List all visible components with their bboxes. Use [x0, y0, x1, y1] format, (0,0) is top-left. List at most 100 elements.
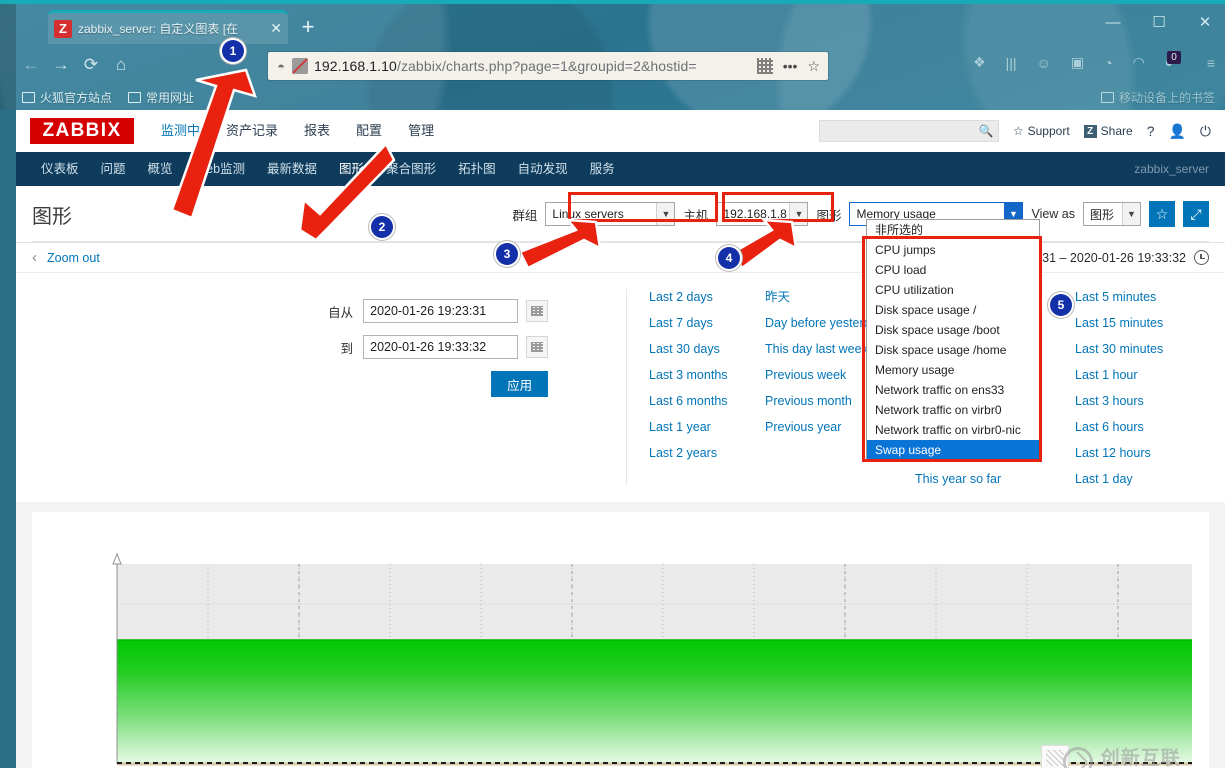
watermark-text-cn: 创新互联	[1100, 748, 1181, 768]
quick-range-link[interactable]: Last 1 hour	[1075, 367, 1225, 384]
extension-icon[interactable]: ❖	[973, 54, 986, 71]
host-select[interactable]: 192.168.1.8 ▼	[716, 202, 809, 226]
from-input[interactable]	[363, 299, 519, 323]
window-close-button[interactable]: ✕	[1193, 14, 1217, 32]
quick-range-link[interactable]: Last 2 days	[649, 289, 765, 306]
quick-range-link[interactable]: Last 12 hours	[1075, 445, 1225, 462]
add-favorite-button[interactable]: ☆	[1149, 201, 1175, 227]
share-link[interactable]: Z Share	[1083, 124, 1133, 138]
back-icon[interactable]: ←	[16, 55, 46, 75]
quick-range-link[interactable]: Last 2 years	[649, 445, 765, 462]
to-row: 到	[16, 335, 626, 359]
support-link[interactable]: ☆ Support	[1013, 124, 1070, 138]
subnav-item-services[interactable]: 服务	[579, 152, 626, 186]
dropdown-option-cpu-load[interactable]: CPU load	[867, 260, 1039, 280]
broken-cert-icon[interactable]	[292, 58, 308, 74]
quick-range-link[interactable]: Last 7 days	[649, 315, 765, 332]
quick-range-link[interactable]: Last 5 minutes	[1075, 289, 1225, 306]
view-as-select[interactable]: 图形 ▼	[1083, 202, 1141, 226]
subnav-item-dashboard[interactable]: 仪表板	[30, 152, 90, 186]
subnav-item-latest-data[interactable]: 最新数据	[256, 152, 328, 186]
subnav-item-graphs[interactable]: 图形	[328, 152, 375, 186]
subnav-item-web[interactable]: Web监测	[184, 152, 256, 186]
home-icon[interactable]: ⌂	[106, 55, 136, 75]
quick-range-link[interactable]: Last 3 months	[649, 367, 765, 384]
sync-icon[interactable]: ●0	[1165, 51, 1187, 71]
search-input[interactable]	[823, 123, 979, 139]
library-icon[interactable]: |||	[1006, 55, 1017, 71]
menu-item-inventory[interactable]: 资产记录	[213, 110, 291, 152]
dropdown-option-net-virbr0-nic[interactable]: Network traffic on virbr0-nic	[867, 420, 1039, 440]
dropdown-header-option[interactable]: 非所选的	[867, 220, 1039, 240]
chevron-left-icon[interactable]: ‹	[32, 249, 37, 266]
view-as-value: 图形	[1090, 207, 1115, 222]
new-tab-button[interactable]: +	[296, 16, 320, 40]
chevron-down-icon[interactable]: ▼	[1122, 203, 1140, 225]
quick-range-link[interactable]: Last 6 months	[649, 393, 765, 410]
graph-select-dropdown[interactable]: 非所选的 CPU jumps CPU load CPU utilization …	[866, 219, 1040, 461]
quick-range-link[interactable]: Last 30 days	[649, 341, 765, 358]
bookmark-item[interactable]: 常用网址	[128, 89, 194, 106]
dropdown-option-net-ens33[interactable]: Network traffic on ens33	[867, 380, 1039, 400]
account-icon[interactable]: ☺	[1037, 55, 1051, 71]
menu-item-configuration[interactable]: 配置	[343, 110, 395, 152]
from-calendar-icon[interactable]	[526, 300, 549, 322]
sign-out-icon[interactable]: ⏻	[1200, 123, 1211, 140]
browser-tab-active[interactable]: Z zabbix_server: 自定义图表 [在 ✕	[48, 10, 288, 44]
help-icon[interactable]: ?	[1147, 123, 1155, 139]
window-maximize-button[interactable]: ☐	[1147, 14, 1171, 32]
zabbix-logo[interactable]: ZABBIX	[30, 118, 134, 144]
quick-range-link[interactable]: Last 15 minutes	[1075, 315, 1225, 332]
menu-item-administration[interactable]: 管理	[395, 110, 447, 152]
subnav-item-maps[interactable]: 拓扑图	[447, 152, 507, 186]
search-icon[interactable]: 🔍	[979, 124, 994, 138]
apply-button[interactable]: 应用	[491, 371, 549, 397]
page-actions-icon[interactable]: •••	[783, 58, 798, 74]
dropdown-option-cpu-jumps[interactable]: CPU jumps	[867, 240, 1039, 260]
subnav-item-overview[interactable]: 概览	[137, 152, 184, 186]
hamburger-menu-icon[interactable]: ≡	[1207, 55, 1215, 71]
dropdown-option-memory-usage[interactable]: Memory usage	[867, 360, 1039, 380]
window-minimize-button[interactable]: —	[1101, 14, 1125, 32]
to-input[interactable]	[363, 335, 519, 359]
reload-icon[interactable]: ⟳	[76, 55, 106, 75]
menu-item-monitoring[interactable]: 监测中	[148, 110, 213, 152]
zoom-out-link[interactable]: Zoom out	[47, 251, 100, 265]
dropdown-option-cpu-utilization[interactable]: CPU utilization	[867, 280, 1039, 300]
subnav-item-problems[interactable]: 问题	[90, 152, 137, 186]
graph-area[interactable]	[32, 524, 1209, 768]
tab-close-icon[interactable]: ✕	[270, 20, 282, 37]
quick-range-link[interactable]: Last 1 day	[1075, 471, 1225, 488]
to-calendar-icon[interactable]	[526, 336, 549, 358]
group-select[interactable]: Linux servers ▼	[545, 202, 676, 226]
chevron-down-icon[interactable]: ▼	[789, 203, 808, 225]
user-profile-icon[interactable]: 👤	[1168, 123, 1185, 140]
chevron-down-icon[interactable]: ▼	[656, 203, 675, 225]
dropdown-option-disk-root[interactable]: Disk space usage /	[867, 300, 1039, 320]
url-bar[interactable]: ◓ 192.168.1.10/zabbix/charts.php?page=1&…	[268, 52, 828, 80]
bookmark-star-icon[interactable]: ☆	[807, 58, 820, 75]
quick-range-link[interactable]: This year so far	[915, 471, 1075, 488]
forward-icon[interactable]: →	[46, 55, 76, 75]
dropdown-option-disk-boot[interactable]: Disk space usage /boot	[867, 320, 1039, 340]
pocket-icon[interactable]: ◔	[1104, 55, 1112, 71]
dropdown-option-net-virbr0[interactable]: Network traffic on virbr0	[867, 400, 1039, 420]
mobile-bookmarks-item[interactable]: 移动设备上的书签	[1100, 89, 1215, 106]
qr-icon[interactable]	[756, 58, 773, 74]
quick-range-link[interactable]: Last 6 hours	[1075, 419, 1225, 436]
screenshot-icon[interactable]: ▣	[1071, 54, 1084, 71]
dropdown-option-swap-usage[interactable]: Swap usage	[867, 440, 1039, 460]
quick-range-link[interactable]: Last 3 hours	[1075, 393, 1225, 410]
bookmark-item[interactable]: 火狐官方站点	[22, 89, 112, 106]
memory-usage-graph[interactable]	[32, 524, 1209, 768]
container-icon[interactable]: ◠	[1133, 54, 1145, 71]
menu-item-reports[interactable]: 报表	[291, 110, 343, 152]
quick-range-link[interactable]: Last 30 minutes	[1075, 341, 1225, 358]
quick-range-link[interactable]: Last 1 year	[649, 419, 765, 436]
subnav-item-discovery[interactable]: 自动发现	[507, 152, 579, 186]
subnav-item-screens[interactable]: 聚合图形	[375, 152, 447, 186]
fullscreen-button[interactable]: ⤢	[1183, 201, 1209, 227]
headset-icon: ☆	[1012, 124, 1024, 138]
global-search[interactable]: 🔍	[818, 120, 999, 142]
dropdown-option-disk-home[interactable]: Disk space usage /home	[867, 340, 1039, 360]
